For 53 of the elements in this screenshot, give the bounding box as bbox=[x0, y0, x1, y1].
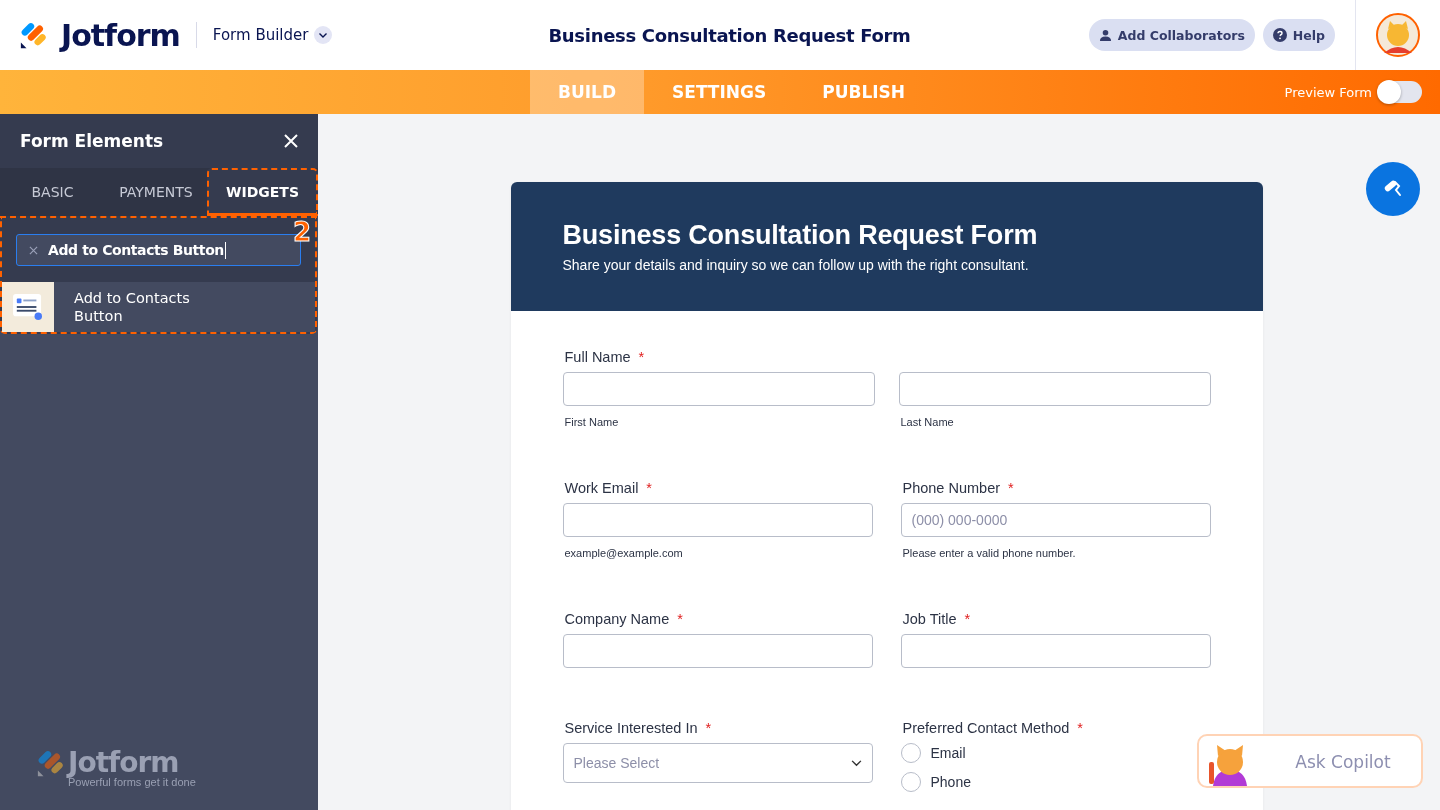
form-heading: Business Consultation Request Form bbox=[562, 220, 1039, 251]
required-mark: * bbox=[964, 611, 971, 627]
radio-label: Email bbox=[930, 745, 966, 761]
element-tab[interactable]: PAYMENTS bbox=[105, 168, 207, 216]
preview-form-label: Preview Form bbox=[1284, 84, 1372, 100]
field-label: Preferred Contact Method bbox=[902, 720, 1070, 736]
field-label: Company Name bbox=[564, 611, 670, 627]
form-builder-menu[interactable]: Form Builder bbox=[212, 26, 309, 44]
logo-icon bbox=[19, 20, 49, 50]
required-mark: * bbox=[1008, 480, 1014, 496]
field-sublabel: Last Name bbox=[900, 416, 955, 428]
radio-button[interactable] bbox=[900, 743, 921, 763]
required-mark: * bbox=[646, 480, 652, 496]
input-field[interactable] bbox=[562, 503, 873, 537]
element-tab[interactable]: WIDGETS bbox=[207, 168, 318, 216]
help-button[interactable]: Help bbox=[1262, 19, 1335, 51]
form-title: Business Consultation Request Form bbox=[548, 24, 911, 46]
help-icon bbox=[1272, 28, 1287, 42]
panel-title: Form Elements bbox=[20, 131, 164, 151]
required-mark: * bbox=[677, 611, 683, 627]
user-icon bbox=[1098, 28, 1112, 42]
input-field[interactable] bbox=[898, 372, 1211, 406]
chevron-down-icon bbox=[850, 759, 862, 767]
paint-roller-button[interactable] bbox=[1366, 162, 1420, 216]
required-mark: * bbox=[638, 349, 645, 365]
jotform-logo[interactable]: Jotform bbox=[61, 17, 180, 53]
input-field[interactable] bbox=[900, 634, 1211, 668]
field-label: Job Title bbox=[902, 611, 957, 627]
preview-toggle[interactable] bbox=[1378, 81, 1422, 103]
widget-item[interactable]: Add to Contacts Button bbox=[2, 282, 315, 332]
field-label: Phone Number bbox=[902, 480, 1001, 496]
field-sublabel: example@example.com bbox=[564, 547, 684, 559]
field-sublabel: First Name bbox=[564, 416, 620, 428]
required-mark: * bbox=[705, 720, 712, 736]
contact-card-icon bbox=[12, 293, 44, 321]
close-icon[interactable] bbox=[284, 134, 298, 148]
input-field[interactable] bbox=[562, 372, 875, 406]
chevron-down-icon[interactable] bbox=[314, 26, 333, 44]
input-field[interactable] bbox=[562, 634, 873, 668]
add-collaborators-button[interactable]: Add Collaborators bbox=[1088, 19, 1255, 51]
radio-button[interactable] bbox=[900, 772, 921, 792]
required-mark: * bbox=[1077, 720, 1083, 736]
logo-icon bbox=[36, 748, 66, 778]
element-tab[interactable]: BASIC bbox=[0, 168, 105, 216]
footer-logo: Jotform bbox=[68, 748, 179, 778]
avatar[interactable] bbox=[1376, 13, 1420, 57]
field-sublabel: Please enter a valid phone number. bbox=[902, 547, 1077, 559]
clear-icon[interactable] bbox=[29, 245, 38, 255]
field-label: Work Email bbox=[564, 480, 639, 496]
form-description: Share your details and inquiry so we can follow up with the right consultant. bbox=[562, 257, 1030, 273]
field-label: Service Interested In bbox=[564, 720, 698, 736]
field-label: Full Name bbox=[564, 349, 631, 365]
radio-label: Phone bbox=[930, 774, 971, 790]
